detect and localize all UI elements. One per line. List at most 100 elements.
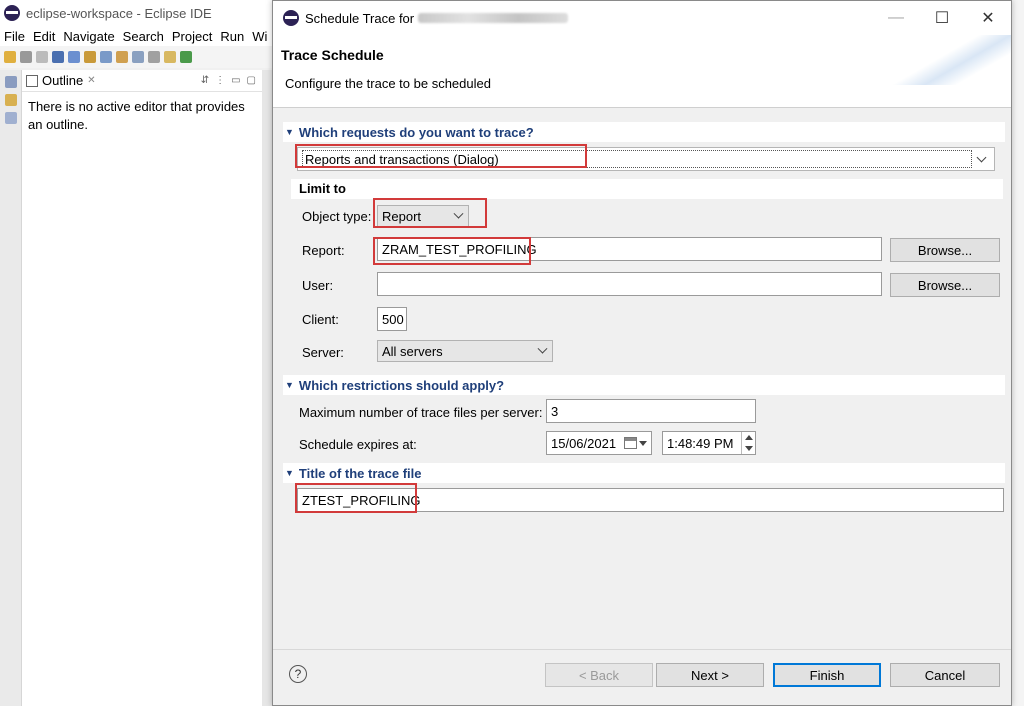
calendar-icon[interactable] — [624, 437, 637, 449]
dialog-titlebar: Schedule Trace for — ☐ ✕ — [273, 1, 1011, 35]
eclipse-menubar: File Edit Navigate Search Project Run Wi — [0, 26, 272, 46]
eclipse-logo-icon — [283, 10, 299, 26]
client-input[interactable]: 500 — [377, 307, 407, 331]
wizard-banner: Trace Schedule Configure the trace to be… — [273, 35, 1011, 107]
chevron-down-icon[interactable] — [639, 440, 647, 446]
max-files-input[interactable]: 3 — [546, 399, 756, 423]
wizard-page-description: Configure the trace to be scheduled — [285, 76, 491, 91]
debug-icon[interactable] — [180, 51, 192, 63]
expand-toggle-icon[interactable]: ▼ — [285, 380, 294, 390]
menu-project[interactable]: Project — [172, 29, 212, 44]
spinner-down-icon[interactable] — [744, 446, 753, 451]
footer-separator — [273, 649, 1011, 650]
object-type-select[interactable]: Report — [377, 205, 469, 227]
report-input[interactable]: ZRAM_TEST_PROFILING — [377, 237, 882, 261]
background-right-edge — [1012, 0, 1024, 706]
section-title-title: Title of the trace file — [298, 465, 422, 481]
section-title-header[interactable]: ▼ Title of the trace file — [283, 463, 1005, 483]
chevron-down-icon[interactable] — [976, 152, 987, 163]
max-files-label: Maximum number of trace files per server… — [299, 405, 543, 420]
section-restrictions-title: Which restrictions should apply? — [298, 377, 505, 393]
object-type-value: Report — [382, 208, 422, 224]
expires-time-value: 1:48:49 PM — [667, 435, 734, 451]
minimize-icon[interactable]: ▭ — [231, 75, 240, 86]
menu-edit[interactable]: Edit — [33, 29, 55, 44]
schedule-trace-dialog: Schedule Trace for — ☐ ✕ Trace Schedule … — [272, 0, 1012, 706]
refresh-icon[interactable] — [132, 51, 144, 63]
minimize-icon[interactable]: — — [873, 1, 919, 35]
server-value: All servers — [382, 343, 443, 359]
next-button[interactable]: Next > — [656, 663, 764, 687]
banner-divider — [273, 107, 1011, 108]
type-hierarchy-icon[interactable] — [5, 112, 17, 124]
trace-title-input[interactable]: ZTEST_PROFILING — [297, 488, 1004, 512]
client-label: Client: — [302, 312, 339, 327]
banner-decoration — [881, 35, 1011, 85]
link-icon[interactable] — [68, 51, 80, 63]
limit-to-group: Limit to — [291, 179, 1003, 199]
finish-button[interactable]: Finish — [773, 663, 881, 687]
back-button[interactable]: < Back — [545, 663, 653, 687]
trace-title-value: ZTEST_PROFILING — [302, 492, 421, 508]
browse-report-button[interactable]: Browse... — [890, 238, 1000, 262]
menu-window[interactable]: Wi — [252, 29, 267, 44]
user-input[interactable] — [377, 272, 882, 296]
menu-navigate[interactable]: Navigate — [63, 29, 114, 44]
expand-toggle-icon[interactable]: ▼ — [285, 127, 294, 137]
section-requests-header[interactable]: ▼ Which requests do you want to trace? — [283, 122, 1005, 142]
requests-select-value: Reports and transactions (Dialog) — [302, 150, 972, 168]
requests-select[interactable]: Reports and transactions (Dialog) — [297, 147, 995, 171]
expires-time-spinner[interactable]: 1:48:49 PM — [662, 431, 756, 455]
eclipse-toolbar — [0, 46, 272, 68]
left-trim-bar — [0, 70, 22, 706]
time-spinner-buttons[interactable] — [741, 432, 755, 454]
chevron-down-icon[interactable] — [453, 208, 464, 219]
report-label: Report: — [302, 243, 345, 258]
redacted-system-name — [418, 13, 569, 23]
save-all-icon[interactable] — [36, 51, 48, 63]
section-restrictions-header[interactable]: ▼ Which restrictions should apply? — [283, 375, 1005, 395]
chevron-down-icon[interactable] — [537, 343, 548, 354]
close-icon[interactable]: ✕ — [87, 75, 95, 86]
expires-date-value: 15/06/2021 — [551, 435, 617, 451]
menu-run[interactable]: Run — [220, 29, 244, 44]
section-requests-title: Which requests do you want to trace? — [298, 124, 534, 140]
sort-icon[interactable]: ⇵ — [201, 75, 209, 86]
max-files-value: 3 — [551, 403, 559, 419]
expires-date-picker[interactable]: 15/06/2021 — [546, 431, 652, 455]
outline-tab-label: Outline — [42, 73, 84, 88]
browse-user-button[interactable]: Browse... — [890, 273, 1000, 297]
package-icon[interactable] — [116, 51, 128, 63]
print-icon[interactable] — [148, 51, 160, 63]
report-input-value: ZRAM_TEST_PROFILING — [382, 241, 537, 257]
expand-toggle-icon[interactable]: ▼ — [285, 468, 294, 478]
cancel-button[interactable]: Cancel — [890, 663, 1000, 687]
open-type-icon[interactable] — [84, 51, 96, 63]
expires-label: Schedule expires at: — [299, 437, 417, 452]
eclipse-titlebar: eclipse-workspace - Eclipse IDE — [0, 0, 272, 26]
outline-empty-message: There is no active editor that provides … — [28, 99, 245, 132]
new-icon[interactable] — [4, 51, 16, 63]
client-input-value: 500 — [382, 311, 404, 327]
package-explorer-icon[interactable] — [5, 76, 17, 88]
outline-view: Outline ✕ ⇵ ⋮ ▭ ▢ There is no active edi… — [22, 70, 262, 706]
task-icon[interactable] — [164, 51, 176, 63]
menu-search[interactable]: Search — [123, 29, 164, 44]
outline-icon — [26, 74, 38, 87]
maximize-icon[interactable]: ▢ — [247, 75, 256, 86]
view-menu-icon[interactable]: ⋮ — [215, 75, 225, 86]
terminal-icon[interactable] — [52, 51, 64, 63]
menu-file[interactable]: File — [4, 29, 25, 44]
save-icon[interactable] — [20, 51, 32, 63]
eclipse-window-title: eclipse-workspace - Eclipse IDE — [26, 5, 212, 21]
outline-tab[interactable]: Outline ✕ ⇵ ⋮ ▭ ▢ — [22, 70, 262, 92]
project-explorer-icon[interactable] — [5, 94, 17, 106]
search-icon[interactable] — [100, 51, 112, 63]
help-icon[interactable]: ? — [289, 665, 307, 683]
object-type-label: Object type: — [302, 209, 372, 224]
spinner-up-icon[interactable] — [744, 435, 753, 440]
maximize-icon[interactable]: ☐ — [919, 1, 965, 35]
wizard-page-title: Trace Schedule — [281, 47, 384, 63]
server-select[interactable]: All servers — [377, 340, 553, 362]
close-icon[interactable]: ✕ — [965, 1, 1011, 35]
